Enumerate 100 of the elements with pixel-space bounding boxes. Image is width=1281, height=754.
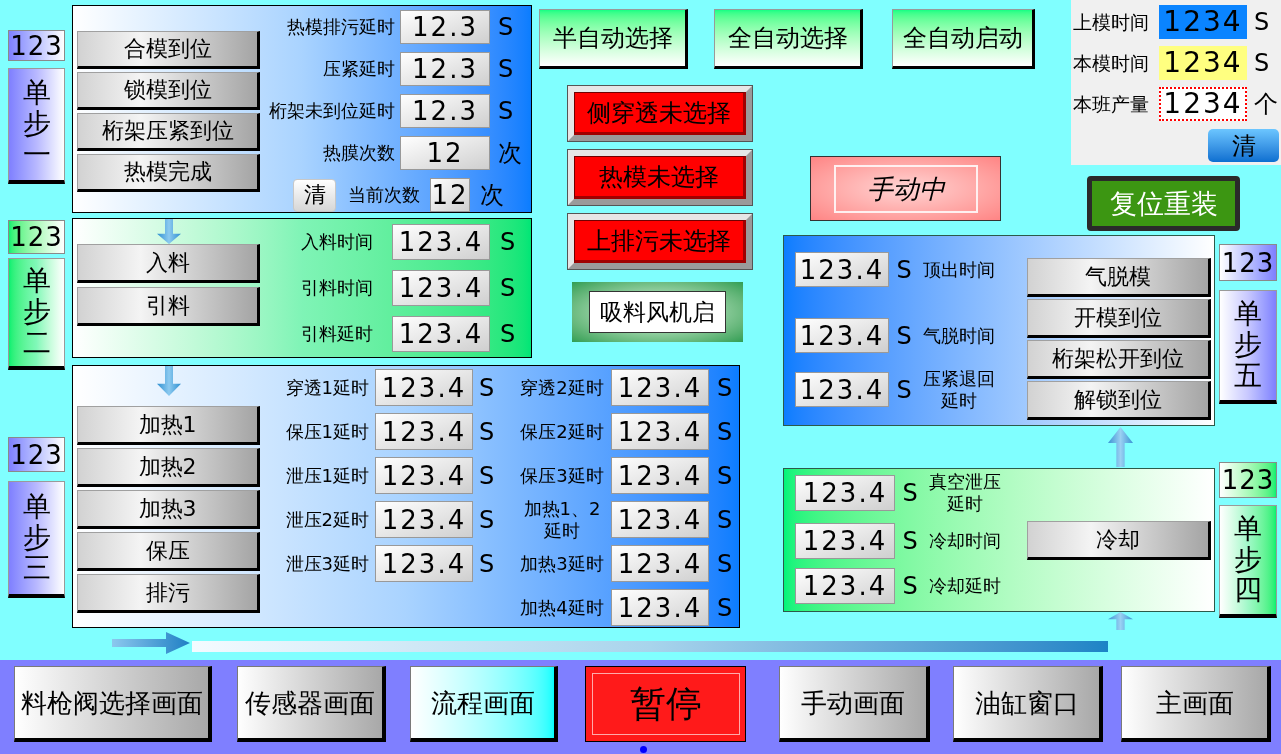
alarm-button[interactable]: 上排污未选择 xyxy=(567,213,753,270)
unit-label: S xyxy=(896,323,912,348)
value-field[interactable]: 123.4 xyxy=(375,545,473,582)
param-label: 本班产量 xyxy=(1073,92,1149,116)
unit-label: 次 xyxy=(480,183,504,207)
value-field[interactable]: 123.4 xyxy=(795,318,889,353)
single-step-button[interactable]: 单步四 xyxy=(1219,505,1277,618)
value-field[interactable]: 123.4 xyxy=(611,413,709,450)
param-label: 引料时间 xyxy=(301,277,373,299)
value-field[interactable]: 123.4 xyxy=(795,523,895,560)
value-field[interactable]: 12.3 xyxy=(400,94,490,128)
action-button[interactable]: 加热1 xyxy=(77,406,260,445)
value-field[interactable]: 123.4 xyxy=(375,413,473,450)
action-button[interactable]: 解锁到位 xyxy=(1027,381,1211,420)
action-button[interactable]: 开模到位 xyxy=(1027,299,1211,338)
step-number-field[interactable]: 123 xyxy=(8,30,65,61)
action-button[interactable]: 锁模到位 xyxy=(77,72,260,110)
action-button[interactable]: 热模完成 xyxy=(77,154,260,192)
value-field[interactable]: 12 xyxy=(400,136,490,170)
screen-nav-button[interactable]: 料枪阀选择画面 xyxy=(14,666,212,742)
value-field[interactable]: 123.4 xyxy=(611,589,709,626)
single-step-button[interactable]: 单步三 xyxy=(8,481,65,598)
value-field[interactable]: 123.4 xyxy=(392,270,490,306)
param-label: 气脱时间 xyxy=(923,324,995,347)
value-field[interactable]: 123.4 xyxy=(611,545,709,582)
single-step-button[interactable]: 单步一 xyxy=(8,68,65,184)
action-button[interactable]: 保压 xyxy=(77,532,260,571)
clear-button[interactable]: 清 xyxy=(1208,129,1279,162)
alarm-button[interactable]: 热模未选择 xyxy=(567,149,753,206)
pause-button[interactable]: 暂停 xyxy=(585,666,746,742)
param-label: 顶出时间 xyxy=(923,258,995,281)
arrow-right-icon xyxy=(112,632,190,654)
step-number-field[interactable]: 123 xyxy=(8,437,65,472)
screen-nav-button[interactable]: 流程画面 xyxy=(410,666,558,742)
screen-nav-button[interactable]: 主画面 xyxy=(1121,666,1271,742)
value-field[interactable]: 12.3 xyxy=(400,52,490,86)
action-button[interactable]: 入料 xyxy=(77,244,260,283)
param-label: 加热3延时 xyxy=(520,552,604,575)
param-label: 上模时间 xyxy=(1073,10,1149,34)
action-button[interactable]: 冷却 xyxy=(1027,521,1211,560)
value-field[interactable]: 123.4 xyxy=(795,372,889,408)
action-button[interactable]: 合模到位 xyxy=(77,31,260,69)
value-field[interactable]: 123.4 xyxy=(392,316,490,352)
param-label: 压紧延时 xyxy=(323,58,395,80)
action-button[interactable]: 加热2 xyxy=(77,448,260,487)
counter-field[interactable]: 1234 xyxy=(1159,5,1247,39)
action-button[interactable]: 桁架松开到位 xyxy=(1027,340,1211,379)
value-field[interactable]: 123.4 xyxy=(375,501,473,538)
action-button[interactable]: 桁架压紧到位 xyxy=(77,113,260,151)
value-field[interactable]: 123.4 xyxy=(375,457,473,494)
value-field[interactable]: 123.4 xyxy=(375,369,473,406)
value-field[interactable]: 123.4 xyxy=(795,568,895,605)
screen-nav-button[interactable]: 手动画面 xyxy=(779,666,930,742)
reset-button[interactable]: 复位重装 xyxy=(1087,176,1240,231)
unit-label: S xyxy=(479,463,495,488)
param-label: 热模排污延时 xyxy=(287,16,395,38)
single-step-button[interactable]: 单步五 xyxy=(1219,290,1277,404)
value-field[interactable]: 12 xyxy=(430,178,470,212)
unit-label: S xyxy=(717,375,733,400)
screen-nav-button[interactable]: 传感器画面 xyxy=(237,666,386,742)
mode-button[interactable]: 全自动选择 xyxy=(714,9,863,69)
fan-button[interactable]: 吸料风机启 xyxy=(572,282,743,342)
value-field[interactable]: 123.4 xyxy=(392,224,490,260)
value-field[interactable]: 123.4 xyxy=(795,252,889,287)
unit-label: S xyxy=(717,595,733,620)
action-button[interactable]: 排污 xyxy=(77,574,260,613)
step-number-field[interactable]: 123 xyxy=(1219,244,1277,281)
param-label: 保压1延时 xyxy=(285,420,369,443)
param-label: 入料时间 xyxy=(301,231,373,253)
action-button[interactable]: 气脱模 xyxy=(1027,258,1211,297)
screen-nav-button[interactable]: 油缸窗口 xyxy=(953,666,1103,742)
unit-label: S xyxy=(498,99,514,123)
param-label: 加热1、2延时 xyxy=(522,497,602,542)
param-label: 冷却延时 xyxy=(929,575,1001,597)
value-field[interactable]: 12.3 xyxy=(400,10,490,44)
step-number-field[interactable]: 123 xyxy=(1219,462,1277,498)
counter-field[interactable]: 1234 xyxy=(1159,87,1247,121)
unit-label: S xyxy=(896,377,912,402)
single-step-button[interactable]: 单步二 xyxy=(8,258,65,370)
mode-button[interactable]: 全自动启动 xyxy=(892,9,1035,69)
param-label: 桁架未到位延时 xyxy=(269,100,395,122)
value-field[interactable]: 123.4 xyxy=(611,457,709,494)
param-label: 加热4延时 xyxy=(520,596,604,619)
param-label: 冷却时间 xyxy=(929,530,1001,552)
alarm-button[interactable]: 侧穿透未选择 xyxy=(567,85,753,142)
value-field[interactable]: 123.4 xyxy=(795,474,895,511)
unit-label: S xyxy=(479,507,495,532)
counter-field[interactable]: 1234 xyxy=(1159,46,1247,80)
unit-label: S xyxy=(902,529,918,554)
value-field[interactable]: 123.4 xyxy=(611,369,709,406)
action-button[interactable]: 加热3 xyxy=(77,490,260,529)
value-field[interactable]: 123.4 xyxy=(611,501,709,538)
action-button[interactable]: 引料 xyxy=(77,287,260,326)
mode-button[interactable]: 半自动选择 xyxy=(539,9,688,69)
step-number-field[interactable]: 123 xyxy=(8,220,65,254)
param-label: 本模时间 xyxy=(1073,51,1149,75)
status-indicator: 手动中 xyxy=(810,156,1001,221)
clear-button[interactable]: 清 xyxy=(293,178,336,212)
unit-label: S xyxy=(479,551,495,576)
unit-label: S xyxy=(902,480,918,505)
